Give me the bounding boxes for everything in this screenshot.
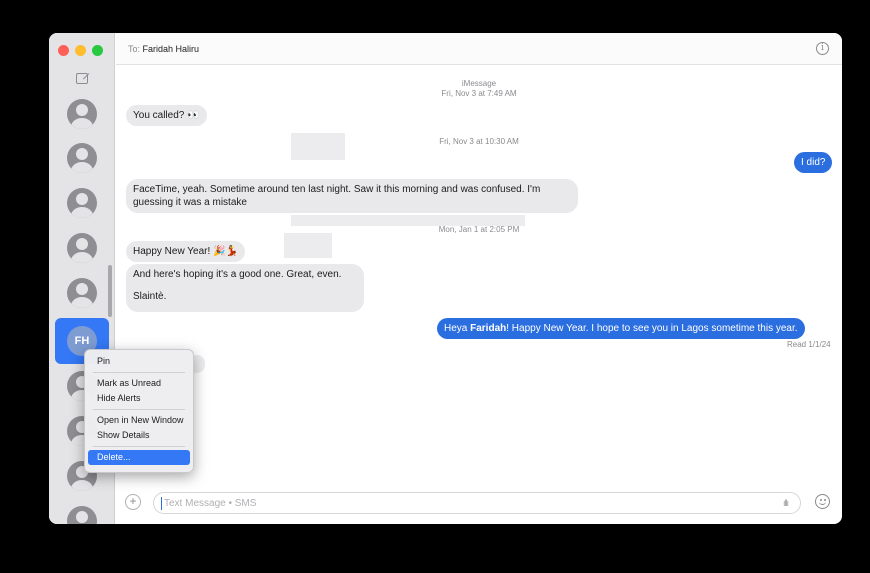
menu-item-pin[interactable]: Pin	[88, 354, 190, 369]
message-incoming[interactable]: You called? 👀	[126, 105, 207, 126]
redacted-block	[284, 233, 332, 258]
service-label: iMessage	[461, 79, 497, 88]
zoom-button[interactable]	[92, 45, 103, 56]
mention-name[interactable]: Faridah	[470, 323, 506, 334]
timestamp: Fri, Nov 3 at 10:30 AM	[439, 137, 519, 146]
menu-item-delete[interactable]: Delete...	[88, 450, 190, 465]
timestamp: Fri, Nov 3 at 7:49 AM	[441, 89, 517, 98]
conversation-avatar[interactable]	[67, 233, 97, 263]
message-line: And here's hoping it's a good one. Great…	[133, 269, 342, 280]
message-incoming[interactable]: FaceTime, yeah. Sometime around ten last…	[126, 179, 578, 213]
conversation-avatar[interactable]	[67, 278, 97, 308]
read-receipt: Read 1/1/24	[787, 340, 831, 349]
window-controls	[58, 45, 103, 56]
message-line: Slaintè.	[133, 291, 167, 302]
redacted-block	[291, 133, 345, 160]
conversation-header: To: Faridah Haliru i	[116, 33, 842, 65]
message-incoming[interactable]: Happy New Year! 🎉💃	[126, 241, 245, 262]
message-text: Heya	[444, 323, 471, 334]
timestamp: Mon, Jan 1 at 2:05 PM	[438, 225, 520, 234]
conversation-avatar[interactable]	[67, 99, 97, 129]
close-button[interactable]	[58, 45, 69, 56]
message-input[interactable]	[153, 492, 801, 514]
emoji-icon[interactable]	[815, 494, 830, 509]
message-outgoing[interactable]: Heya Faridah! Happy New Year. I hope to …	[437, 318, 805, 339]
to-label: To:	[128, 44, 141, 54]
menu-separator	[93, 372, 185, 373]
info-icon[interactable]: i	[816, 42, 829, 55]
menu-separator	[93, 409, 185, 410]
compose-icon[interactable]	[76, 73, 88, 84]
recipient-name: Faridah Haliru	[142, 44, 200, 54]
message-incoming[interactable]: And here's hoping it's a good one. Great…	[126, 264, 364, 312]
text-caret	[161, 497, 162, 510]
menu-separator	[93, 446, 185, 447]
to-field[interactable]: To: Faridah Haliru	[128, 44, 199, 54]
menu-item-hide-alerts[interactable]: Hide Alerts	[88, 391, 190, 406]
audio-wave-icon[interactable]: ıllı	[783, 498, 789, 508]
minimize-button[interactable]	[75, 45, 86, 56]
menu-item-show-details[interactable]: Show Details	[88, 428, 190, 443]
context-menu: Pin Mark as Unread Hide Alerts Open in N…	[84, 349, 194, 473]
conversation-avatar[interactable]	[67, 506, 97, 524]
menu-item-open-window[interactable]: Open in New Window	[88, 413, 190, 428]
message-outgoing[interactable]: I did?	[794, 152, 833, 173]
menu-item-mark-unread[interactable]: Mark as Unread	[88, 376, 190, 391]
conversation-avatar[interactable]	[67, 143, 97, 173]
timestamp-header: iMessage Fri, Nov 3 at 7:49 AM	[429, 79, 529, 99]
conversation-avatar[interactable]	[67, 188, 97, 218]
apps-plus-button[interactable]: +	[125, 494, 141, 510]
message-text: ! Happy New Year. I hope to see you in L…	[506, 323, 798, 334]
sidebar-scrollbar[interactable]	[108, 265, 112, 317]
